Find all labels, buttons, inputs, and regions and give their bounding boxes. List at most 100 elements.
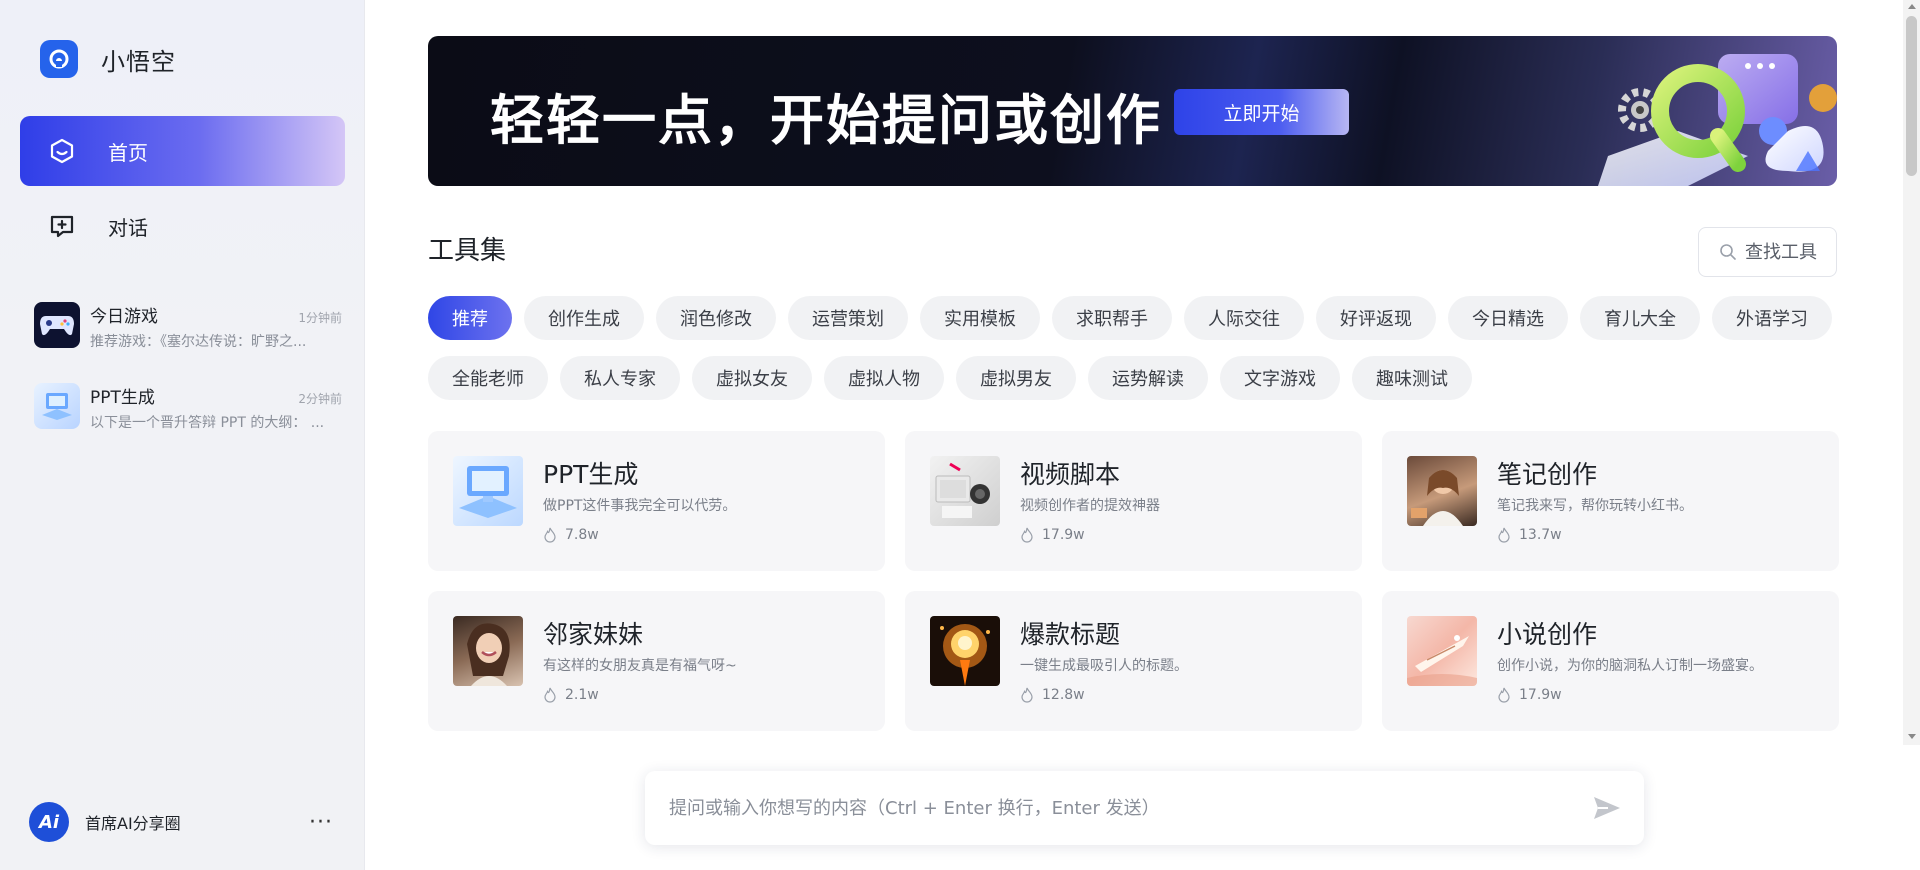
chip-category[interactable]: 文字游戏 — [1220, 356, 1340, 400]
banner-illustration-icon — [1598, 54, 1837, 186]
chip-category[interactable]: 趣味测试 — [1352, 356, 1472, 400]
chip-category[interactable]: 虚拟人物 — [824, 356, 944, 400]
card-title: 小说创作 — [1497, 620, 1598, 649]
avatar: Ai — [29, 802, 69, 842]
history-desc: 以下是一个晋升答辩 PPT 的大纲： ... — [90, 415, 325, 431]
fire-icon — [544, 687, 556, 703]
chip-category[interactable]: 今日精选 — [1448, 296, 1568, 340]
nav-item-chat[interactable]: 对话 — [20, 191, 345, 261]
card-count: 13.7w — [1519, 527, 1562, 543]
card-stat: 12.8w — [1020, 687, 1085, 703]
card-desc: 有这样的女朋友真是有福气呀~ — [543, 658, 737, 674]
fire-icon — [1498, 687, 1510, 703]
history-time: 1分钟前 — [298, 311, 342, 325]
user-profile[interactable]: Ai 首席AI分享圈 ··· — [29, 800, 337, 844]
fire-icon — [1021, 687, 1033, 703]
ppt-thumb-icon — [453, 456, 523, 526]
more-icon[interactable]: ··· — [305, 806, 337, 838]
history-title: 今日游戏 — [90, 307, 158, 327]
chip-category[interactable]: 外语学习 — [1712, 296, 1832, 340]
brand-logo-icon — [40, 40, 78, 78]
category-chips: 推荐 创作生成 润色修改 运营策划 实用模板 求职帮手 人际交往 好评返现 今日… — [428, 296, 1848, 416]
scroll-thumb[interactable] — [1906, 16, 1917, 176]
chip-row-2: 全能老师 私人专家 虚拟女友 虚拟人物 虚拟男友 运势解读 文字游戏 趣味测试 — [428, 356, 1848, 400]
chip-row-1: 推荐 创作生成 润色修改 运营策划 实用模板 求职帮手 人际交往 好评返现 今日… — [428, 296, 1848, 340]
card-stat: 13.7w — [1497, 527, 1562, 543]
card-stat: 17.9w — [1497, 687, 1562, 703]
nav-label-chat: 对话 — [108, 215, 148, 240]
search-icon — [1720, 244, 1736, 260]
card-count: 2.1w — [565, 687, 599, 703]
card-title: 爆款标题 — [1020, 620, 1121, 649]
chip-category[interactable]: 推荐 — [428, 296, 512, 340]
start-now-button[interactable]: 立即开始 — [1174, 89, 1349, 135]
card-desc: 视频创作者的提效神器 — [1020, 498, 1160, 514]
card-count: 7.8w — [565, 527, 599, 543]
sidebar: 小悟空 首页 对话 今日游戏 1分钟前 推荐游戏：《塞尔达传说：旷野之... P… — [0, 0, 365, 870]
scroll-up-icon[interactable] — [1908, 4, 1916, 9]
chip-category[interactable]: 求职帮手 — [1052, 296, 1172, 340]
brand-name: 小悟空 — [101, 47, 176, 76]
history-desc: 推荐游戏：《塞尔达传说：旷野之... — [90, 334, 307, 350]
fire-icon — [1498, 527, 1510, 543]
tool-search-input[interactable] — [1745, 241, 1835, 263]
card-title: PPT生成 — [543, 460, 639, 489]
card-desc: 创作小说，为你的脑洞私人订制一场盛宴。 — [1497, 658, 1763, 674]
chip-category[interactable]: 虚拟男友 — [956, 356, 1076, 400]
chip-category[interactable]: 全能老师 — [428, 356, 548, 400]
fire-icon — [1021, 527, 1033, 543]
tool-card-video-script[interactable]: 视频脚本 视频创作者的提效神器 17.9w — [905, 431, 1362, 571]
tool-card-ppt[interactable]: PPT生成 做PPT这件事我完全可以代劳。 7.8w — [428, 431, 885, 571]
card-title: 视频脚本 — [1020, 460, 1121, 489]
card-count: 17.9w — [1519, 687, 1562, 703]
tool-card-viral-title[interactable]: 爆款标题 一键生成最吸引人的标题。 12.8w — [905, 591, 1362, 731]
chip-category[interactable]: 创作生成 — [524, 296, 644, 340]
card-count: 12.8w — [1042, 687, 1085, 703]
history-title: PPT生成 — [90, 388, 155, 408]
video-desk-thumb-icon — [930, 456, 1000, 526]
user-name: 首席AI分享圈 — [85, 814, 181, 833]
card-desc: 做PPT这件事我完全可以代劳。 — [543, 498, 737, 514]
chip-category[interactable]: 实用模板 — [920, 296, 1040, 340]
card-stat: 17.9w — [1020, 527, 1085, 543]
prompt-input[interactable] — [669, 797, 1592, 819]
chip-category[interactable]: 私人专家 — [560, 356, 680, 400]
history-item-game[interactable]: 今日游戏 1分钟前 推荐游戏：《塞尔达传说：旷野之... — [34, 302, 342, 352]
card-stat: 7.8w — [543, 527, 599, 543]
tool-card-novel[interactable]: 小说创作 创作小说，为你的脑洞私人订制一场盛宴。 17.9w — [1382, 591, 1839, 731]
main-scrollbar[interactable] — [1903, 0, 1920, 745]
gamepad-thumb-icon — [34, 302, 80, 348]
brand[interactable]: 小悟空 — [40, 40, 176, 78]
card-stat: 2.1w — [543, 687, 599, 703]
explosion-thumb-icon — [930, 616, 1000, 686]
composer — [645, 771, 1644, 845]
notes-portrait-thumb-icon — [1407, 456, 1477, 526]
card-desc: 一键生成最吸引人的标题。 — [1020, 658, 1188, 674]
tool-card-neighbor-girl[interactable]: 邻家妹妹 有这样的女朋友真是有福气呀~ 2.1w — [428, 591, 885, 731]
nav-label-home: 首页 — [108, 140, 148, 165]
hero-banner: 轻轻一点，开始提问或创作 立即开始 — [428, 36, 1837, 186]
card-count: 17.9w — [1042, 527, 1085, 543]
ppt-thumb-icon — [34, 383, 80, 429]
nav-item-home[interactable]: 首页 — [20, 116, 345, 186]
chip-category[interactable]: 运营策划 — [788, 296, 908, 340]
chip-category[interactable]: 润色修改 — [656, 296, 776, 340]
send-icon[interactable] — [1592, 793, 1622, 823]
banner-title: 轻轻一点，开始提问或创作 — [490, 89, 1162, 152]
tool-search[interactable] — [1698, 227, 1837, 277]
history-time: 2分钟前 — [298, 392, 342, 406]
card-title: 笔记创作 — [1497, 460, 1598, 489]
chip-category[interactable]: 虚拟女友 — [692, 356, 812, 400]
chat-add-icon — [46, 210, 78, 242]
tool-cards: PPT生成 做PPT这件事我完全可以代劳。 7.8w 视频脚本 视频创作者的提效… — [428, 431, 1839, 731]
card-title: 邻家妹妹 — [543, 620, 644, 649]
chip-category[interactable]: 育儿大全 — [1580, 296, 1700, 340]
chip-category[interactable]: 人际交往 — [1184, 296, 1304, 340]
chip-category[interactable]: 运势解读 — [1088, 356, 1208, 400]
tool-card-notes[interactable]: 笔记创作 笔记我来写，帮你玩转小红书。 13.7w — [1382, 431, 1839, 571]
chip-category[interactable]: 好评返现 — [1316, 296, 1436, 340]
section-title: 工具集 — [428, 236, 507, 266]
card-desc: 笔记我来写，帮你玩转小红书。 — [1497, 498, 1693, 514]
history-item-ppt[interactable]: PPT生成 2分钟前 以下是一个晋升答辩 PPT 的大纲： ... — [34, 383, 342, 433]
scroll-down-icon[interactable] — [1908, 734, 1916, 739]
